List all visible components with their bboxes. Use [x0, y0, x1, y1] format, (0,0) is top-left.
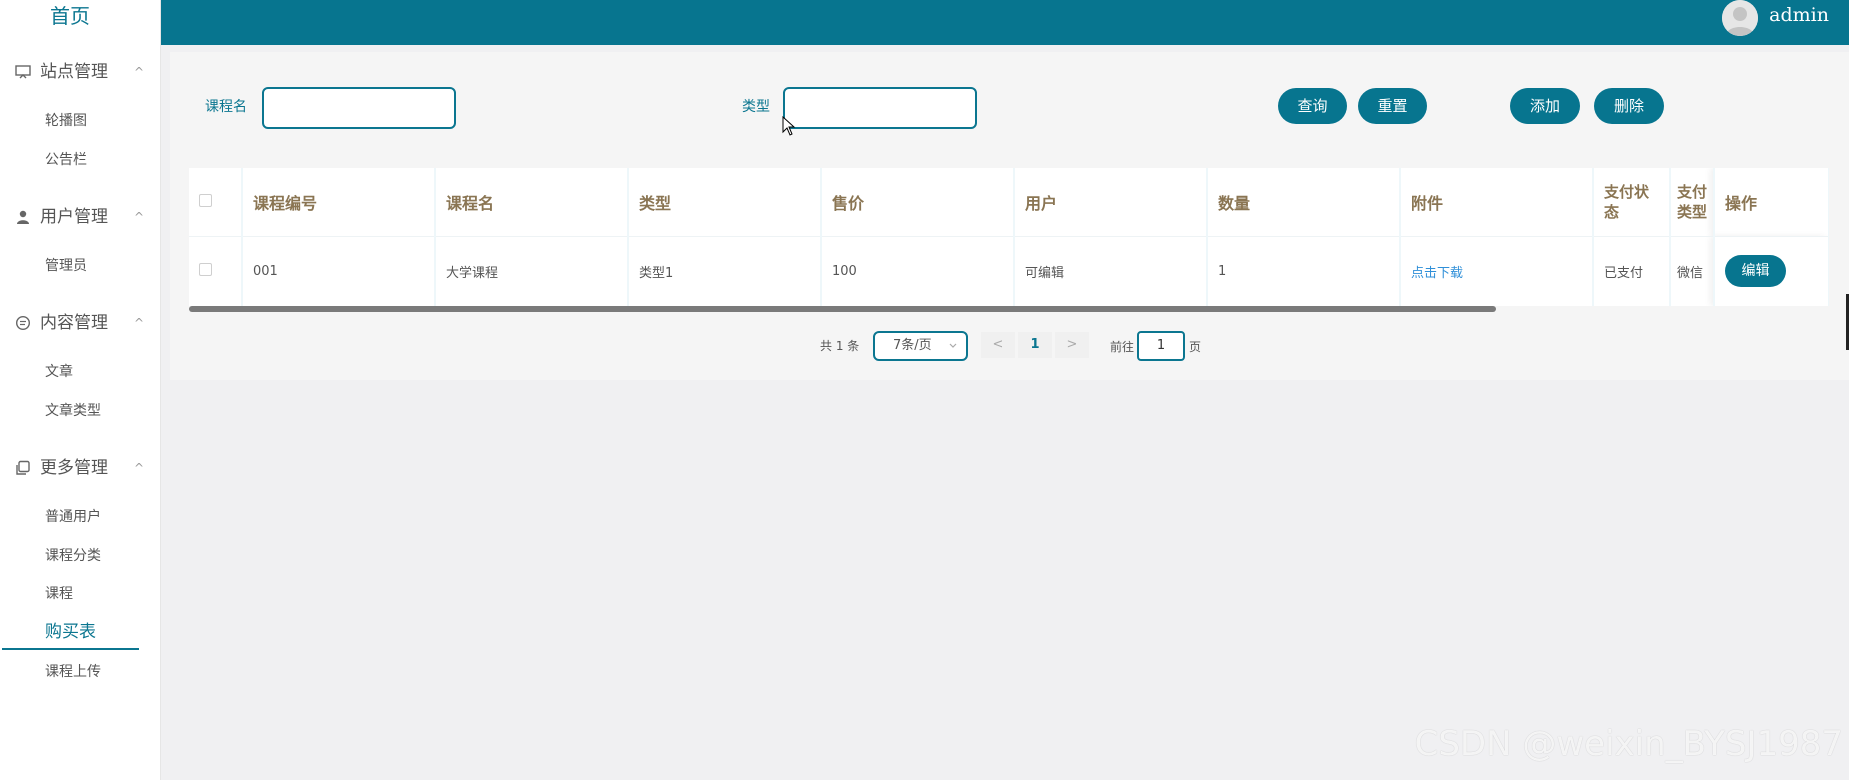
sidebar: 首页 站点管理 ^ 轮播图 公告栏 用户管理 ^ 管理员 内容管理 ^ 文章 文…: [0, 0, 161, 780]
column-header: 数量: [1207, 168, 1401, 237]
add-button[interactable]: 添加: [1510, 88, 1580, 124]
monitor-icon: [14, 63, 32, 81]
menu-group-label: 站点管理: [40, 62, 108, 82]
menu-group-more[interactable]: 更多管理 ^: [14, 456, 144, 480]
sidebar-item-admin[interactable]: 管理员: [45, 255, 87, 277]
menu-group-label: 更多管理: [40, 458, 108, 478]
next-page-button[interactable]: >: [1055, 332, 1089, 358]
chevron-up-icon: ^: [133, 461, 144, 475]
sidebar-item-article[interactable]: 文章: [45, 361, 73, 383]
menu-group-content[interactable]: 内容管理 ^: [14, 311, 144, 335]
cell-course-name: 大学课程: [435, 236, 629, 306]
row-select-cell[interactable]: [189, 236, 243, 306]
column-header: 课程编号: [242, 168, 436, 237]
sidebar-item-course-category[interactable]: 课程分类: [45, 545, 101, 567]
message-icon: [14, 314, 32, 332]
type-input[interactable]: [783, 87, 977, 129]
page-size-value: 7条/页: [893, 338, 932, 353]
edit-button[interactable]: 编辑: [1725, 255, 1786, 287]
chevron-up-icon: ^: [133, 210, 144, 224]
reset-button[interactable]: 重置: [1358, 88, 1427, 124]
horizontal-scrollbar[interactable]: [189, 306, 1496, 312]
chevron-up-icon: ^: [133, 316, 144, 330]
data-table: 课程编号 课程名 类型 售价 用户 数量 附件 支付状态 支付类型 操作 001…: [189, 168, 1829, 306]
prev-page-button[interactable]: <: [981, 332, 1015, 358]
copy-icon: [14, 459, 32, 477]
query-button[interactable]: 查询: [1278, 88, 1347, 124]
sidebar-item-course[interactable]: 课程: [45, 583, 73, 605]
sidebar-item-notice[interactable]: 公告栏: [45, 149, 87, 171]
row-checkbox[interactable]: [199, 262, 212, 276]
cell-action: 编辑: [1714, 236, 1829, 306]
select-all-cell[interactable]: [189, 168, 243, 237]
top-header: admin: [161, 0, 1849, 45]
course-name-label: 课程名: [205, 99, 247, 115]
course-name-input[interactable]: [262, 87, 456, 129]
menu-group-users[interactable]: 用户管理 ^: [14, 205, 144, 229]
column-header: 售价: [821, 168, 1015, 237]
cell-type: 类型1: [628, 236, 822, 306]
select-all-checkbox[interactable]: [199, 194, 212, 208]
column-header: 附件: [1400, 168, 1594, 237]
sidebar-item-course-upload[interactable]: 课程上传: [45, 661, 101, 683]
cell-price: 100: [821, 236, 1015, 306]
username[interactable]: admin: [1769, 4, 1829, 26]
table-header-row: 课程编号 课程名 类型 售价 用户 数量 附件 支付状态 支付类型 操作: [189, 168, 1829, 237]
column-header: 课程名: [435, 168, 629, 237]
page-size-select[interactable]: 7条/页: [873, 331, 968, 361]
sidebar-item-normal-user[interactable]: 普通用户: [45, 506, 101, 528]
cell-attachment: 点击下载: [1400, 236, 1594, 306]
sidebar-item-carousel[interactable]: 轮播图: [45, 110, 87, 132]
sidebar-item-purchase[interactable]: 购买表: [45, 621, 96, 643]
chevron-down-icon: [948, 333, 958, 370]
table-row: 001 大学课程 类型1 100 可编辑 1 点击下载 已支付 微信 编辑: [189, 236, 1829, 306]
pagination-total: 共 1 条: [820, 339, 860, 353]
download-link[interactable]: 点击下载: [1411, 266, 1463, 281]
home-link[interactable]: 首页: [0, 0, 140, 34]
page-number-button[interactable]: 1: [1018, 332, 1052, 358]
column-header: 类型: [628, 168, 822, 237]
cell-user: 可编辑: [1014, 236, 1208, 306]
type-label: 类型: [742, 99, 770, 115]
menu-group-site[interactable]: 站点管理 ^: [14, 60, 144, 84]
column-header: 用户: [1014, 168, 1208, 237]
active-indicator: [2, 648, 139, 650]
menu-group-label: 内容管理: [40, 313, 108, 333]
cell-course-id: 001: [242, 236, 436, 306]
goto-page-input[interactable]: 1: [1137, 331, 1185, 361]
mouse-cursor-icon: [782, 115, 796, 140]
delete-button[interactable]: 删除: [1594, 88, 1664, 124]
menu-group-label: 用户管理: [40, 207, 108, 227]
column-header: 操作: [1714, 168, 1829, 237]
sidebar-item-article-type[interactable]: 文章类型: [45, 400, 101, 422]
watermark: CSDN @weixin_BYSJ1987: [1414, 724, 1843, 764]
column-header: 支付类型: [1670, 168, 1715, 237]
cell-quantity: 1: [1207, 236, 1401, 306]
column-header: 支付状态: [1593, 168, 1671, 237]
chevron-up-icon: ^: [133, 65, 144, 79]
cell-pay-status: 已支付: [1593, 236, 1671, 306]
goto-label: 前往: [1110, 340, 1135, 354]
avatar[interactable]: [1722, 0, 1758, 36]
user-icon: [14, 208, 32, 226]
cell-pay-type: 微信: [1670, 236, 1715, 306]
page-suffix: 页: [1189, 340, 1202, 354]
